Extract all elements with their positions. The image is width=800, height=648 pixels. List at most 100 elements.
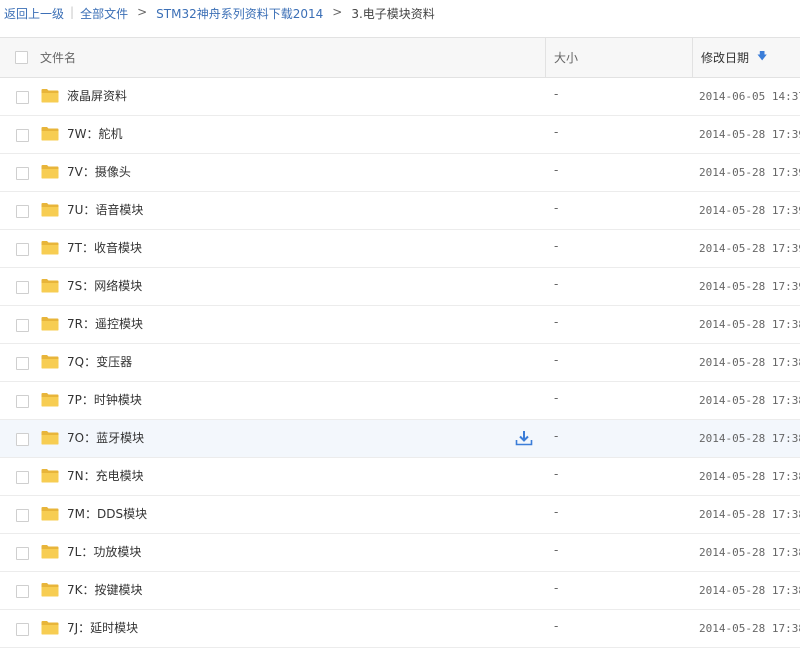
file-row[interactable]: 7K：按键模块 - 2014-05-28 17:38 [0, 572, 800, 610]
row-checkbox[interactable] [16, 623, 29, 636]
file-modified-date: 2014-05-28 17:38 [699, 584, 800, 597]
breadcrumb-current: 3.电子模块资料 [351, 7, 435, 21]
row-checkbox[interactable] [16, 243, 29, 256]
folder-icon [41, 544, 59, 559]
file-row[interactable]: 7U：语音模块 - 2014-05-28 17:39 [0, 192, 800, 230]
breadcrumb-all-files[interactable]: 全部文件 [80, 5, 128, 22]
folder-icon [41, 88, 59, 103]
file-row[interactable]: 液晶屏资料 - 2014-06-05 14:37 [0, 78, 800, 116]
breadcrumb-separator: > [332, 5, 343, 19]
file-size: - [554, 125, 559, 139]
file-row[interactable]: 7S：网络模块 - 2014-05-28 17:39 [0, 268, 800, 306]
file-size: - [554, 87, 559, 101]
file-name[interactable]: 7W：舵机 [67, 116, 123, 153]
breadcrumb: 返回上一级 | 全部文件 > STM32神舟系列资料下载2014 > 3.电子模… [0, 0, 800, 37]
row-checkbox[interactable] [16, 471, 29, 484]
file-name[interactable]: 7L：功放模块 [67, 534, 141, 571]
file-name[interactable]: 7J：延时模块 [67, 610, 138, 647]
column-header-name[interactable]: 文件名 [40, 38, 76, 77]
column-header-date[interactable]: 修改日期 🡇 [692, 38, 800, 77]
file-modified-date: 2014-05-28 17:38 [699, 622, 800, 635]
file-size: - [554, 505, 559, 519]
file-modified-date: 2014-05-28 17:38 [699, 318, 800, 331]
row-checkbox[interactable] [16, 585, 29, 598]
column-header-size-label: 大小 [554, 51, 579, 65]
file-modified-date: 2014-05-28 17:39 [699, 204, 800, 217]
folder-icon [41, 202, 59, 217]
file-row[interactable]: 7R：遥控模块 - 2014-05-28 17:38 [0, 306, 800, 344]
file-modified-date: 2014-05-28 17:39 [699, 242, 800, 255]
file-name[interactable]: 7S：网络模块 [67, 268, 142, 305]
sort-desc-icon[interactable]: 🡇 [757, 49, 767, 66]
file-size: - [554, 239, 559, 253]
folder-icon [41, 126, 59, 141]
download-icon[interactable] [515, 430, 533, 446]
column-header-name-label: 文件名 [40, 51, 77, 65]
folder-icon [41, 278, 59, 293]
file-name[interactable]: 7Q：变压器 [67, 344, 132, 381]
file-name[interactable]: 液晶屏资料 [67, 78, 127, 115]
column-header-size[interactable]: 大小 [545, 38, 692, 77]
file-modified-date: 2014-05-28 17:39 [699, 128, 800, 141]
row-checkbox[interactable] [16, 395, 29, 408]
file-modified-date: 2014-06-05 14:37 [699, 90, 800, 103]
back-link[interactable]: 返回上一级 [4, 5, 64, 22]
row-checkbox[interactable] [16, 167, 29, 180]
file-modified-date: 2014-05-28 17:38 [699, 508, 800, 521]
file-row[interactable]: 7M：DDS模块 - 2014-05-28 17:38 [0, 496, 800, 534]
file-size: - [554, 619, 559, 633]
row-checkbox[interactable] [16, 205, 29, 218]
file-row[interactable]: 7Q：变压器 - 2014-05-28 17:38 [0, 344, 800, 382]
folder-icon [41, 316, 59, 331]
file-modified-date: 2014-05-28 17:38 [699, 356, 800, 369]
folder-icon [41, 468, 59, 483]
column-header-date-label: 修改日期 [701, 51, 750, 65]
row-checkbox[interactable] [16, 91, 29, 104]
folder-icon [41, 240, 59, 255]
file-name[interactable]: 7R：遥控模块 [67, 306, 143, 343]
row-checkbox[interactable] [16, 547, 29, 560]
file-modified-date: 2014-05-28 17:39 [699, 280, 800, 293]
breadcrumb-divider: | [70, 5, 75, 19]
file-name[interactable]: 7P：时钟模块 [67, 382, 142, 419]
file-name[interactable]: 7K：按键模块 [67, 572, 143, 609]
folder-icon [41, 582, 59, 597]
file-row[interactable]: 7T：收音模块 - 2014-05-28 17:39 [0, 230, 800, 268]
file-size: - [554, 543, 559, 557]
file-modified-date: 2014-05-28 17:38 [699, 470, 800, 483]
select-all-checkbox[interactable] [15, 51, 28, 64]
file-row[interactable]: 7L：功放模块 - 2014-05-28 17:38 [0, 534, 800, 572]
file-row[interactable]: 7O：蓝牙模块 - 2014-05-28 17:38 [0, 420, 800, 458]
file-name[interactable]: 7N：充电模块 [67, 458, 144, 495]
file-size: - [554, 581, 559, 595]
file-row[interactable]: 7V：摄像头 - 2014-05-28 17:39 [0, 154, 800, 192]
file-list-header: 文件名 大小 修改日期 🡇 [0, 37, 800, 78]
row-checkbox[interactable] [16, 357, 29, 370]
row-checkbox[interactable] [16, 281, 29, 294]
file-size: - [554, 353, 559, 367]
file-name[interactable]: 7M：DDS模块 [67, 496, 147, 533]
file-modified-date: 2014-05-28 17:38 [699, 394, 800, 407]
file-name[interactable]: 7T：收音模块 [67, 230, 142, 267]
file-row[interactable]: 7N：充电模块 - 2014-05-28 17:38 [0, 458, 800, 496]
folder-icon [41, 354, 59, 369]
file-modified-date: 2014-05-28 17:38 [699, 432, 800, 445]
file-name[interactable]: 7U：语音模块 [67, 192, 143, 229]
row-checkbox[interactable] [16, 509, 29, 522]
row-checkbox[interactable] [16, 319, 29, 332]
file-name[interactable]: 7V：摄像头 [67, 154, 131, 191]
file-size: - [554, 315, 559, 329]
file-row[interactable]: 7J：延时模块 - 2014-05-28 17:38 [0, 610, 800, 648]
file-modified-date: 2014-05-28 17:39 [699, 166, 800, 179]
row-checkbox[interactable] [16, 433, 29, 446]
file-name[interactable]: 7O：蓝牙模块 [67, 420, 144, 457]
file-row[interactable]: 7W：舵机 - 2014-05-28 17:39 [0, 116, 800, 154]
file-size: - [554, 277, 559, 291]
file-size: - [554, 467, 559, 481]
file-row[interactable]: 7P：时钟模块 - 2014-05-28 17:38 [0, 382, 800, 420]
folder-icon [41, 620, 59, 635]
breadcrumb-level1[interactable]: STM32神舟系列资料下载2014 [156, 5, 323, 22]
folder-icon [41, 164, 59, 179]
file-size: - [554, 429, 559, 443]
row-checkbox[interactable] [16, 129, 29, 142]
